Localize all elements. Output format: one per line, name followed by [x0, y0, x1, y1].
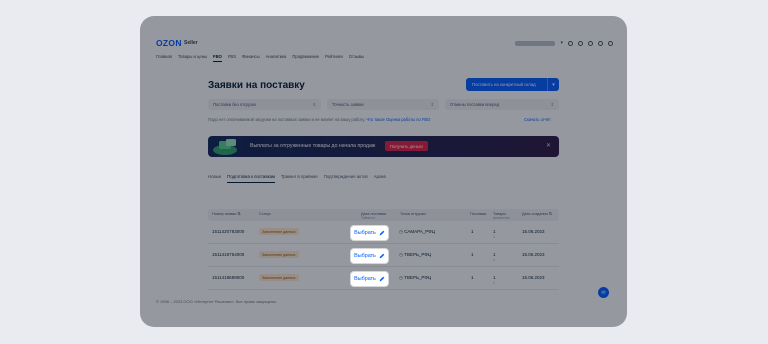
- select-date-button[interactable]: Выбрать: [351, 226, 388, 240]
- request-number: 1511420783000: [212, 229, 245, 234]
- warehouse: ◷ САМАРА_РФЦ: [399, 229, 436, 234]
- nav-fbo[interactable]: FBO: [213, 54, 222, 62]
- nav-ratings[interactable]: Рейтинги: [325, 54, 343, 62]
- top-navigation: Главная Товары и цены FBO FBS Финансы Ан…: [156, 54, 364, 62]
- goods-count: 1: [493, 229, 496, 234]
- supply-to-warehouse-button[interactable]: Поставить на конкретный склад ▾: [466, 78, 559, 91]
- nav-reviews[interactable]: Отзывы: [349, 54, 364, 62]
- select-date-button[interactable]: Выбрать: [351, 249, 388, 263]
- filter-no-shipments[interactable]: Поставки без отгрузок ⇕: [208, 99, 321, 110]
- col-supply-date: Дата поставки Таймслот: [361, 212, 387, 220]
- col-status: Статус: [259, 212, 272, 216]
- logo-seller-label: Seller: [184, 40, 198, 46]
- settings-icon[interactable]: [588, 40, 593, 46]
- request-number: 1511418754000: [212, 252, 245, 257]
- col-shipping-point: Точка отгрузки: [400, 212, 426, 216]
- clock-icon: ◷: [399, 229, 403, 234]
- goods-sub-count: 1: [493, 281, 495, 285]
- ozon-logo[interactable]: OZON: [156, 38, 182, 48]
- filter-label: Поставки без отгрузок: [213, 102, 256, 107]
- tab-new[interactable]: Новые: [208, 174, 221, 183]
- col-request-number[interactable]: Номер заявки ⇅: [212, 212, 241, 216]
- nav-analytics[interactable]: Аналитика: [266, 54, 287, 62]
- supplies-count: 1: [471, 252, 474, 257]
- chevron-down-icon: ⇕: [550, 102, 554, 107]
- goods-sub-count: 1: [493, 235, 495, 239]
- created-date: 15.06.2023: [522, 229, 545, 234]
- table-header: Номер заявки ⇅ Статус Дата поставки Таймс…: [208, 209, 559, 221]
- chevron-down-icon: ⇕: [430, 102, 434, 107]
- tab-tracking[interactable]: Тракинг в приёмке: [281, 174, 318, 183]
- goods-sub-count: 1: [493, 258, 495, 262]
- chevron-down-icon: ⇕: [312, 102, 316, 107]
- status-tabs: Новые Подготовка к поставкам Тракинг в п…: [208, 174, 386, 183]
- status-badge: Заполнение данных: [259, 228, 299, 235]
- download-report-link[interactable]: Скачать отчёт: [524, 117, 551, 122]
- col-supplies: Поставки: [470, 212, 487, 216]
- goods-count: 1: [493, 252, 496, 257]
- seller-window: OZON Seller ▾ Главная Товары и цены FBO …: [140, 16, 627, 327]
- select-date-button[interactable]: Выбрать: [351, 272, 388, 286]
- chevron-down-icon[interactable]: ▾: [548, 82, 559, 88]
- exit-icon[interactable]: [608, 40, 613, 46]
- status-badge: Заполнение данных: [259, 251, 299, 258]
- banner-illustration: [213, 139, 237, 155]
- col-created[interactable]: Дата создания ⇅: [522, 212, 552, 216]
- nav-promotion[interactable]: Продвижение: [292, 54, 319, 62]
- nav-main[interactable]: Главная: [156, 54, 172, 62]
- pencil-icon: [379, 230, 385, 236]
- tab-preparation[interactable]: Подготовка к поставкам: [227, 174, 275, 183]
- notifications-icon[interactable]: [578, 40, 583, 46]
- warehouse: ◷ ТВЕРЬ_РФЦ: [399, 252, 432, 257]
- created-date: 15.06.2023: [522, 252, 545, 257]
- chevron-down-icon[interactable]: ▾: [560, 40, 563, 46]
- chat-icon[interactable]: ✉: [598, 287, 609, 298]
- warehouse: ◷ ТВЕРЬ_РФЦ: [399, 275, 432, 280]
- close-icon[interactable]: ✕: [546, 142, 551, 149]
- payout-banner: Выплаты за отгруженные товары до начала …: [208, 136, 559, 157]
- help-icon[interactable]: [568, 40, 573, 46]
- filter-cancellations[interactable]: Отмены поставки вперед ⇕: [445, 99, 559, 110]
- header-right: ▾: [515, 40, 613, 46]
- supplies-count: 1: [471, 275, 474, 280]
- filter-accuracy[interactable]: Точность заявки ⇕: [327, 99, 439, 110]
- get-money-button[interactable]: Получить деньги: [385, 141, 428, 151]
- created-date: 15.06.2023: [522, 275, 545, 280]
- banner-text: Выплаты за отгруженные товары до начала …: [250, 143, 376, 149]
- hint-link[interactable]: Что такое Оценка работы по FBO: [366, 117, 430, 122]
- footer-copyright: © 1998 – 2023 ООО «Интернет Решения». Вс…: [156, 299, 278, 304]
- tab-archive[interactable]: Архив: [374, 174, 386, 183]
- clock-icon: ◷: [399, 252, 403, 257]
- hint-text: Подо нет оплачиваемой загрузки на постав…: [208, 117, 366, 122]
- select-label: Выбрать: [354, 230, 376, 236]
- supplies-count: 1: [471, 229, 474, 234]
- clock-icon: ◷: [399, 275, 403, 280]
- select-label: Выбрать: [354, 276, 376, 282]
- tab-acts[interactable]: Подтверждение актов: [324, 174, 368, 183]
- request-number: 1511418689000: [212, 275, 245, 280]
- nav-finance[interactable]: Финансы: [242, 54, 260, 62]
- page-title: Заявки на поставку: [208, 80, 305, 91]
- messages-icon[interactable]: [598, 40, 603, 46]
- pencil-icon: [379, 276, 385, 282]
- nav-products[interactable]: Товары и цены: [178, 54, 207, 62]
- goods-count: 1: [493, 275, 496, 280]
- pencil-icon: [379, 253, 385, 259]
- select-label: Выбрать: [354, 253, 376, 259]
- filter-label: Точность заявки: [332, 102, 364, 107]
- account-name[interactable]: [515, 40, 556, 46]
- status-badge: Заполнение данных: [259, 274, 299, 281]
- info-hint: Подо нет оплачиваемой загрузки на постав…: [208, 117, 430, 122]
- col-goods: Товары количество: [493, 212, 510, 220]
- cta-label: Поставить на конкретный склад: [472, 82, 536, 87]
- filter-label: Отмены поставки вперед: [450, 102, 500, 107]
- nav-fbs[interactable]: FBS: [228, 54, 236, 62]
